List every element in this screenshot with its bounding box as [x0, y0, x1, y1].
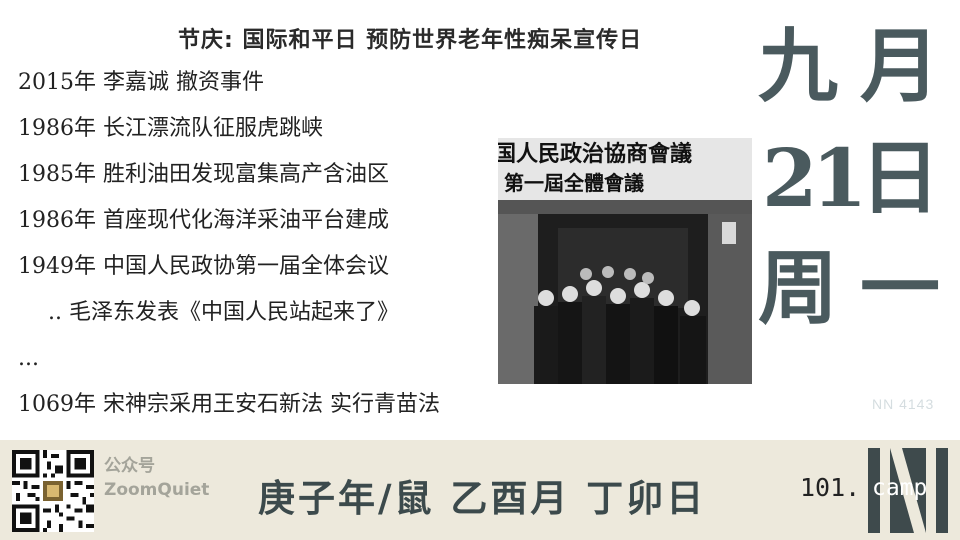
- event-item: 1986年 长江漂流队征服虎跳峡: [18, 116, 323, 141]
- month-char: 月: [860, 19, 940, 113]
- event-item: .. 毛泽东发表《中国人民站起来了》: [48, 300, 399, 325]
- photo-banner-line1: 国人民政治協商會議: [498, 141, 692, 167]
- photo-svg: 国人民政治協商會議 第一屆全體會議: [498, 138, 752, 384]
- footer-bar: 公众号 ZoomQuiet 庚子年/鼠 乙酉月 丁卯日 101. camp: [0, 440, 960, 540]
- holiday-line: 节庆: 国际和平日 预防世界老年性痴呆宣传日: [178, 28, 643, 53]
- ganzhi-date: 庚子年/鼠 乙酉月 丁卯日: [258, 476, 707, 520]
- photo-banner-line2: 第一屆全體會議: [504, 171, 644, 195]
- week-char: 周: [758, 241, 838, 335]
- day-char: 日: [860, 131, 940, 225]
- event-item: ...: [18, 346, 39, 371]
- weekday-char: 一: [860, 241, 940, 335]
- wechat-name: ZoomQuiet: [104, 480, 210, 500]
- event-item: 1985年 胜利油田发现富集高产含油区: [18, 162, 389, 187]
- wechat-label: 公众号: [104, 456, 155, 476]
- day-number: 21: [762, 131, 867, 225]
- event-item: 1949年 中国人民政协第一届全体会议: [18, 254, 389, 279]
- event-item: 1986年 首座现代化海洋采油平台建成: [18, 208, 389, 233]
- qr-code-icon[interactable]: [12, 450, 94, 532]
- camp-number: 101.: [800, 473, 861, 502]
- event-item: 1069年 宋神宗采用王安石新法 实行青苗法: [18, 392, 440, 417]
- camp-word: camp: [872, 475, 928, 501]
- event-item: 2015年 李嘉诚 撤资事件: [18, 70, 264, 95]
- wechat-account: 公众号 ZoomQuiet: [104, 454, 209, 502]
- events-list: 2015年 李嘉诚 撤资事件 1986年 长江漂流队征服虎跳峡 1985年 胜利…: [18, 66, 440, 434]
- nn-code: NN 4143: [872, 396, 935, 412]
- historical-photo: 国人民政治協商會議 第一屆全體會議: [498, 138, 752, 384]
- month-number: 九: [758, 19, 838, 113]
